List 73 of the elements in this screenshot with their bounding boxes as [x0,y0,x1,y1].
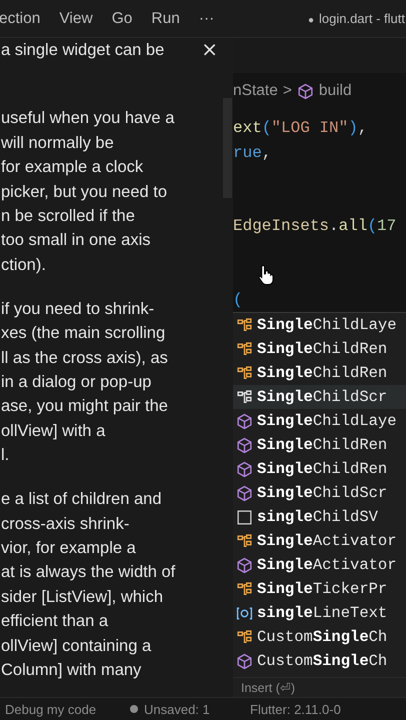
menu-item[interactable]: Go [112,10,132,28]
doc-text-line: Column] with many [0,660,142,681]
cube-icon [236,556,253,574]
doc-text-line: if you need to shrink- [0,298,154,320]
doc-text-line: ll as the cross axis), as [0,348,168,369]
suggestion-item[interactable]: SingleChildLaye [233,313,406,337]
suggestion-item[interactable]: SingleActivator [233,553,406,577]
class-icon [236,364,253,382]
class-icon [236,532,253,550]
doc-text-line: picker, but you need to [0,182,168,203]
doc-text-line: at is always the width of [0,562,176,584]
doc-text-line: n be scrolled if the [0,206,135,228]
doc-text-line: will normally be [0,132,114,154]
cube-icon [236,436,253,454]
suggestion-item[interactable]: singleChildSV [233,505,406,529]
doc-text-line: efficient than a [0,611,108,632]
close-button[interactable]: × [197,38,222,60]
doc-text-line: for example a clock [0,157,144,178]
status-item[interactable]: Unsaved: 1 [125,702,245,716]
suggestion-item[interactable]: SingleActivator [233,529,406,553]
doc-text-line: ollView] with a [0,420,106,442]
doc-text-line: xes (the main scrolling [0,323,166,344]
doc-text-line: l. [0,445,10,466]
class-icon [236,316,253,334]
doc-text-line: ollView] containing a [0,636,152,657]
class-icon [236,628,253,646]
class-icon [236,388,253,406]
suggestion-item[interactable]: CustomSingleCh [233,625,406,649]
code-line: EdgeInsets.all(17 [233,217,396,235]
doc-text-line: vior, for example a [0,538,136,559]
status-item[interactable]: Flutter: 2.11.0-0 [245,702,405,716]
suggestion-item[interactable]: CustomSingleCh [233,649,406,673]
variable-icon [236,604,253,622]
doc-text-line: ction). [0,254,46,276]
suggestion-item[interactable]: SingleChildLaye [233,409,406,433]
doc-text-line: cross-axis shrink- [0,514,130,534]
window-title: ● login.dart - flutt [308,11,405,26]
doc-text-line: a single widget can be [0,40,164,61]
pointer-hand-icon [258,264,274,286]
cube-icon [236,412,253,430]
suggestion-item[interactable]: singleLineText [233,601,406,625]
doc-text-line: sider [ListView], which [0,586,164,608]
doc-text-line: e a list of children and [0,489,162,510]
cube-icon [236,652,253,670]
status-item[interactable]: Debug my code [0,702,125,716]
class-icon [236,340,253,358]
suggestion-item[interactable]: SingleChildRen [233,361,406,385]
scrollbar-thumb[interactable] [223,98,232,198]
code-line: rue, [233,144,272,162]
doc-text-line: too small in one axis [0,230,150,252]
menu-item[interactable]: ection [0,10,40,28]
breadcrumb-item[interactable]: build [318,82,352,100]
suggestion-item[interactable]: SingleChildScr [233,481,406,505]
doc-text-line: ase, you might pair the [0,396,168,418]
code-line: ext("LOG IN"), [233,119,368,137]
cube-icon [236,484,253,502]
suggestion-item[interactable]: SingleChildRen [233,337,406,361]
class-icon [236,580,253,598]
square-icon [236,508,253,526]
cube-icon [296,82,314,100]
menu-item[interactable]: ··· [198,10,214,28]
doc-text-line: in a dialog or pop-up [0,372,152,393]
suggestion-item[interactable]: SingleChildRen [233,457,406,481]
suggestion-item[interactable]: SingleChildScr [233,385,406,409]
cube-icon [236,460,253,478]
doc-text-line: useful when you have a [0,108,174,130]
suggestion-item[interactable]: SingleTickerPr [233,577,406,601]
breadcrumb-item[interactable]: nState [233,82,278,100]
code-line: ( [233,290,243,308]
menu-item[interactable]: View [59,10,93,28]
suggestion-item[interactable]: SingleChildRen [233,433,406,457]
breadcrumb-separator: > [282,82,292,100]
menu-item[interactable]: Run [151,10,180,28]
